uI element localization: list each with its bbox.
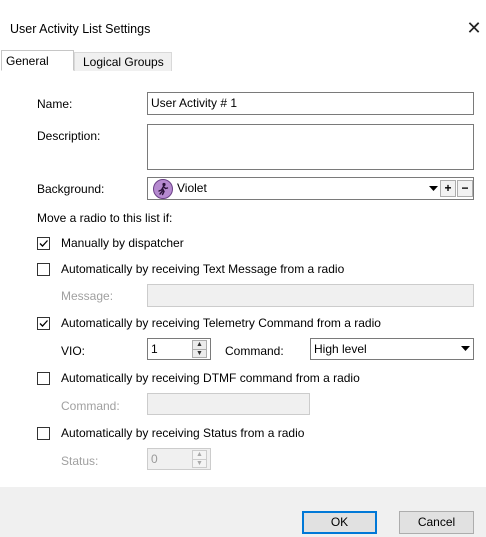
vio-spinner[interactable]: ▲ ▼: [192, 340, 207, 358]
cancel-button[interactable]: Cancel: [399, 511, 474, 534]
dtmf-checkbox[interactable]: [37, 372, 50, 385]
remove-background-button[interactable]: −: [457, 180, 473, 197]
add-background-button[interactable]: +: [440, 180, 456, 197]
text-message-label[interactable]: Automatically by receiving Text Message …: [61, 262, 344, 276]
status-value: 0: [151, 452, 158, 466]
running-person-icon: [153, 179, 173, 199]
dtmf-command-label: Command:: [61, 399, 120, 413]
move-radio-label: Move a radio to this list if:: [37, 211, 173, 225]
window-title: User Activity List Settings: [10, 22, 151, 36]
background-label: Background:: [37, 182, 105, 196]
status-label: Status:: [61, 454, 99, 468]
status-spinner[interactable]: ▲ ▼: [192, 450, 207, 468]
ok-button[interactable]: OK: [302, 511, 377, 534]
telemetry-label[interactable]: Automatically by receiving Telemetry Com…: [61, 316, 381, 330]
name-input[interactable]: User Activity # 1: [147, 92, 474, 115]
vio-stepper[interactable]: 1 ▲ ▼: [147, 338, 211, 360]
text-message-checkbox[interactable]: [37, 263, 50, 276]
status-stepper[interactable]: 0 ▲ ▼: [147, 448, 211, 470]
message-input[interactable]: [147, 284, 474, 307]
close-icon[interactable]: ✕: [462, 16, 486, 40]
dropdown-arrow-icon[interactable]: [459, 343, 471, 355]
vio-value: 1: [151, 342, 158, 356]
background-value: Violet: [177, 181, 207, 195]
dtmf-command-input[interactable]: [147, 393, 310, 415]
background-select[interactable]: Violet + −: [147, 177, 474, 200]
telemetry-command-select[interactable]: High level: [310, 338, 474, 360]
manually-label[interactable]: Manually by dispatcher: [61, 236, 184, 250]
telemetry-command-value: High level: [314, 342, 367, 356]
status-option-label[interactable]: Automatically by receiving Status from a…: [61, 426, 304, 440]
vio-label: VIO:: [61, 344, 86, 358]
tab-general[interactable]: General: [1, 50, 74, 71]
description-input[interactable]: [147, 124, 474, 170]
telemetry-command-label: Command:: [225, 344, 284, 358]
tab-logical-groups[interactable]: Logical Groups: [74, 52, 172, 71]
dtmf-label[interactable]: Automatically by receiving DTMF command …: [61, 371, 360, 385]
down-arrow-icon[interactable]: ▼: [193, 459, 206, 467]
dropdown-arrow-icon[interactable]: [427, 181, 439, 196]
description-label: Description:: [37, 129, 101, 143]
name-label: Name:: [37, 97, 73, 111]
message-label: Message:: [61, 289, 114, 303]
down-arrow-icon[interactable]: ▼: [193, 349, 206, 357]
telemetry-checkbox[interactable]: [37, 317, 50, 330]
status-checkbox[interactable]: [37, 427, 50, 440]
manually-checkbox[interactable]: [37, 237, 50, 250]
